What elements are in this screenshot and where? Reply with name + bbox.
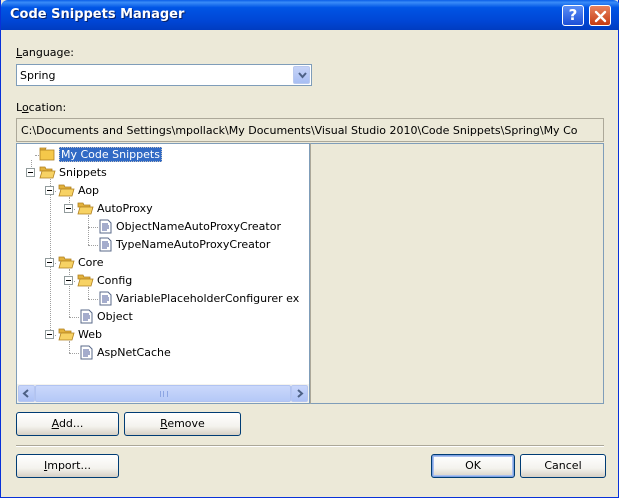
- tree-item-label: ObjectNameAutoProxyCreator: [116, 220, 281, 233]
- collapse-toggle-config[interactable]: [64, 276, 73, 285]
- location-label: Location:: [16, 101, 67, 114]
- folder-open-icon: [58, 328, 75, 341]
- close-icon: [594, 10, 607, 23]
- tree-item-label: My Code Snippets: [59, 147, 162, 162]
- folder-open-icon: [58, 256, 75, 269]
- snippet-tree-view[interactable]: My Code Snippets Snippets Aop AutoProxy …: [16, 143, 310, 404]
- tree-connector: [69, 353, 79, 354]
- tree-item-label: AutoProxy: [97, 202, 153, 215]
- grip-icon: [160, 391, 168, 397]
- tree-connector: [69, 317, 79, 318]
- remove-button[interactable]: Remove: [124, 412, 241, 436]
- folder-icon: [39, 147, 55, 161]
- tree-connector: [88, 245, 98, 246]
- code-snippets-manager-dialog: Code Snippets Manager ? Language: Spring…: [0, 0, 619, 498]
- folder-open-icon: [39, 166, 56, 179]
- add-button[interactable]: Add...: [16, 412, 119, 436]
- chevron-left-icon: [22, 389, 29, 398]
- close-button[interactable]: [589, 5, 611, 26]
- folder-open-icon: [77, 202, 94, 215]
- separator: [16, 445, 604, 447]
- collapse-toggle-web[interactable]: [45, 330, 54, 339]
- ok-button[interactable]: OK: [431, 454, 515, 478]
- location-path-text: C:\Documents and Settings\mpollack\My Do…: [21, 124, 578, 137]
- collapse-toggle-snippets[interactable]: [26, 168, 35, 177]
- tree-item-label: Snippets: [59, 166, 107, 179]
- tree-connector: [88, 215, 89, 245]
- snippet-details-panel: [310, 143, 604, 404]
- tree-item-label: TypeNameAutoProxyCreator: [116, 238, 271, 251]
- collapse-toggle-autoproxy[interactable]: [64, 204, 73, 213]
- chevron-down-icon: [298, 72, 307, 79]
- snippet-file-icon: [80, 345, 93, 360]
- scrollbar-thumb[interactable]: [35, 385, 291, 402]
- location-path-field[interactable]: C:\Documents and Settings\mpollack\My Do…: [16, 118, 604, 142]
- dropdown-arrow-button[interactable]: [293, 66, 310, 84]
- help-icon: ?: [568, 6, 578, 24]
- window-title: Code Snippets Manager: [10, 7, 185, 22]
- cancel-button[interactable]: Cancel: [520, 454, 606, 478]
- collapse-toggle-aop[interactable]: [45, 186, 54, 195]
- snippet-file-icon: [99, 237, 112, 252]
- collapse-toggle-core[interactable]: [45, 258, 54, 267]
- scroll-left-button[interactable]: [18, 385, 35, 402]
- tree-item-label: Core: [78, 256, 104, 269]
- tree-item-label: AspNetCache: [97, 346, 171, 359]
- language-dropdown[interactable]: Spring: [16, 64, 312, 86]
- chevron-right-icon: [297, 389, 304, 398]
- tree-connector: [69, 341, 70, 353]
- horizontal-scrollbar[interactable]: [17, 384, 309, 403]
- help-button[interactable]: ?: [562, 5, 584, 26]
- snippet-file-icon: [99, 219, 112, 234]
- snippet-file-icon: [99, 291, 112, 306]
- tree-connector: [88, 299, 98, 300]
- tree-connector: [88, 287, 89, 299]
- tree-item-label: Config: [97, 274, 133, 287]
- scroll-right-button[interactable]: [291, 385, 308, 402]
- title-bar[interactable]: Code Snippets Manager ?: [1, 0, 619, 30]
- tree-item-label: Web: [78, 328, 102, 341]
- tree-connector: [88, 227, 98, 228]
- folder-open-icon: [77, 274, 94, 287]
- language-selected-value: Spring: [20, 69, 56, 82]
- folder-open-icon: [58, 184, 75, 197]
- tree-item-label: Object: [97, 310, 133, 323]
- tree-item-label: VariablePlaceholderConfigurer ex: [116, 292, 300, 305]
- import-button[interactable]: Import...: [16, 454, 119, 478]
- tree-item-label: Aop: [78, 184, 100, 197]
- snippet-file-icon: [80, 309, 93, 324]
- language-label: Language:: [16, 46, 75, 59]
